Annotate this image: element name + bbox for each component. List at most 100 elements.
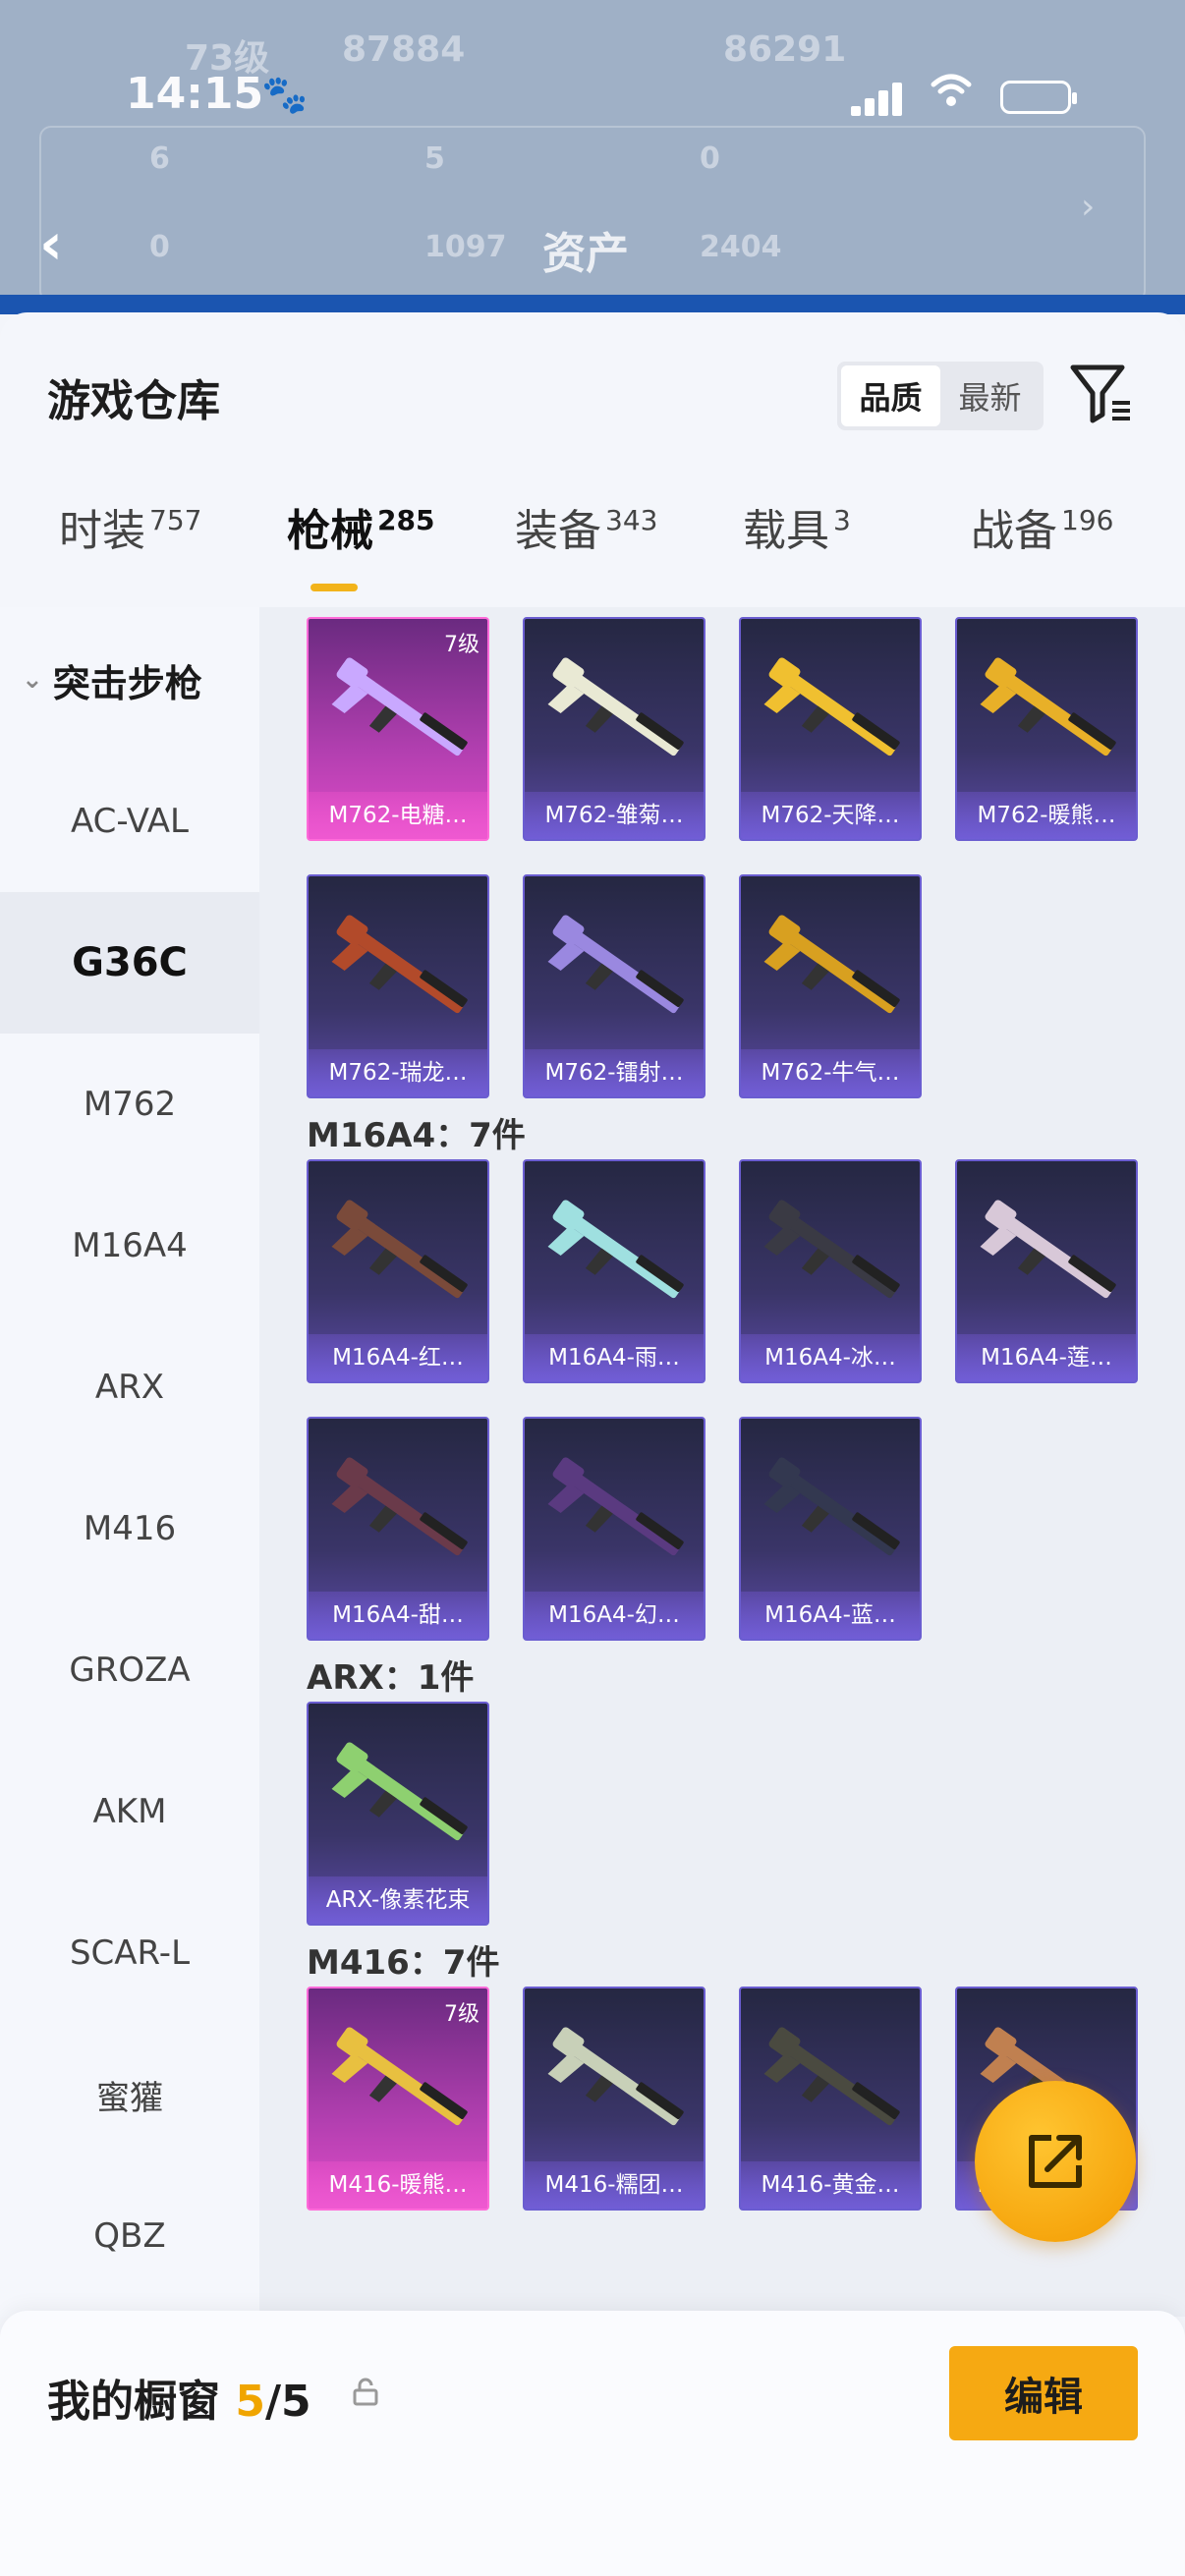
weapon-skin-card[interactable]: M16A4-甜…	[307, 1417, 489, 1641]
weapon-skin-name: M16A4-雨…	[525, 1334, 704, 1381]
rifle-icon	[547, 657, 684, 756]
weapon-skin-card[interactable]: 7级 M762-电糖…	[307, 617, 489, 841]
weapon-skin-name: M762-暖熊…	[957, 792, 1136, 839]
category-item[interactable]: ARX	[0, 1316, 259, 1458]
weapon-skin-name: M762-瑞龙…	[309, 1049, 487, 1096]
section-title: ARX：1件	[307, 1658, 475, 1698]
rifle-icon	[763, 657, 900, 756]
filter-icon[interactable]	[1069, 362, 1134, 426]
category-tabs: 时装 757 枪械 285 装备 343 载具 3 战备 196	[0, 495, 1185, 603]
my-showcase-bar: 我的橱窗 5/5 编辑	[0, 2311, 1185, 2576]
category-group-assault-rifles[interactable]: ⌄ 突击步枪	[0, 609, 259, 751]
wifi-icon	[930, 73, 973, 117]
active-tab-indicator	[310, 584, 358, 591]
weapon-skin-card[interactable]: M16A4-幻…	[523, 1417, 705, 1641]
rifle-icon	[763, 2027, 900, 2126]
signal-icon	[851, 83, 906, 116]
rifle-icon	[331, 1742, 468, 1841]
category-item-selected[interactable]: G36C	[0, 892, 259, 1034]
edit-button[interactable]: 编辑	[949, 2346, 1138, 2440]
rifle-icon	[331, 915, 468, 1014]
profile-header-dimmed: 73级 87884 86291 6 5 0 0 1097 2404 › 资产 ‹…	[0, 0, 1185, 314]
rifle-icon	[331, 1457, 468, 1556]
game-warehouse-sheet: 游戏仓库 品质 最新 时装 757 枪械 285 装备 343 载具 3 战备 196 ⌄…	[0, 312, 1185, 2576]
weapon-skin-card[interactable]: M762-镭射…	[523, 874, 705, 1098]
weapon-skin-card[interactable]: M762-牛气…	[739, 874, 922, 1098]
section-title: M416：7件	[307, 1943, 500, 1983]
rifle-icon	[763, 1200, 900, 1299]
weapon-skin-name: M762-牛气…	[741, 1049, 920, 1096]
weapon-skin-card[interactable]: M16A4-冰…	[739, 1159, 922, 1383]
weapon-skin-name: M16A4-红…	[309, 1334, 487, 1381]
weapon-skin-name: M762-镭射…	[525, 1049, 704, 1096]
weapon-skin-card[interactable]: M16A4-蓝…	[739, 1417, 922, 1641]
category-item[interactable]: AKM	[0, 1741, 259, 1882]
chevron-down-icon: ⌄	[22, 665, 43, 695]
weapon-skin-grid: 7级 M762-电糖… M762-雏菊… M762-天降… M762-暖熊… M762-瑞…	[259, 607, 1185, 2317]
weapon-skin-card[interactable]: M16A4-莲…	[955, 1159, 1138, 1383]
back-button[interactable]: ‹	[39, 214, 86, 273]
status-time: 14:15	[126, 69, 264, 119]
weapon-skin-name: M16A4-莲…	[957, 1334, 1136, 1381]
weapon-skin-name: M762-电糖…	[309, 792, 487, 839]
tab-equipment[interactable]: 装备 343	[515, 495, 657, 593]
level-badge: 7级	[444, 2002, 480, 2027]
weapon-skin-card[interactable]: M16A4-雨…	[523, 1159, 705, 1383]
category-item[interactable]: AC-VAL	[0, 751, 259, 892]
category-item[interactable]: 蜜獾	[0, 2024, 259, 2165]
weapon-skin-card[interactable]: M762-瑞龙…	[307, 874, 489, 1098]
weapon-skin-name: M416-黄金…	[741, 2161, 920, 2209]
sort-quality[interactable]: 品质	[841, 365, 940, 426]
share-fab-button[interactable]	[975, 2081, 1136, 2242]
lock-icon	[353, 2378, 378, 2406]
weapon-skin-name: M16A4-冰…	[741, 1334, 920, 1381]
sheet-title: 游戏仓库	[47, 376, 220, 426]
weapon-skin-name: M762-雏菊…	[525, 792, 704, 839]
weapon-skin-card[interactable]: M16A4-红…	[307, 1159, 489, 1383]
category-item[interactable]: M762	[0, 1034, 259, 1175]
weapon-skin-name: M416-暖熊…	[309, 2161, 487, 2209]
category-item[interactable]: GROZA	[0, 1599, 259, 1741]
weapon-skin-card[interactable]: M416-糯团…	[523, 1987, 705, 2211]
weapon-skin-card[interactable]: M762-雏菊…	[523, 617, 705, 841]
weapon-skin-name: M416-糯团…	[525, 2161, 704, 2209]
category-item[interactable]: QBZ	[0, 2165, 259, 2307]
sort-newest[interactable]: 最新	[940, 365, 1040, 426]
rifle-icon	[547, 1457, 684, 1556]
rifle-icon	[547, 1200, 684, 1299]
weapon-skin-name: ARX-像素花束	[309, 1876, 487, 1924]
category-item[interactable]: M16A4	[0, 1175, 259, 1316]
weapon-skin-card[interactable]: 7级 M416-暖熊…	[307, 1987, 489, 2211]
category-item[interactable]: M416	[0, 1458, 259, 1599]
weapon-skin-name: M16A4-甜…	[309, 1592, 487, 1639]
tab-battle-gear[interactable]: 战备 196	[971, 495, 1113, 593]
sort-segmented-control: 品质 最新	[837, 362, 1044, 430]
weapon-skin-card[interactable]: M416-黄金…	[739, 1987, 922, 2211]
weapon-skin-name: M16A4-幻…	[525, 1592, 704, 1639]
rifle-icon	[331, 1200, 468, 1299]
battery-icon	[1000, 81, 1077, 114]
paw-icon: 🐾	[261, 73, 309, 116]
chevron-right-icon: ›	[1081, 187, 1096, 227]
rifle-icon	[547, 915, 684, 1014]
category-item[interactable]: SCAR-L	[0, 1882, 259, 2024]
weapon-skin-name: M762-天降…	[741, 792, 920, 839]
rifle-icon	[763, 1457, 900, 1556]
status-bar: 14:15 🐾	[0, 59, 1185, 138]
stat-ghost-4: 0	[149, 230, 170, 264]
weapon-skin-card[interactable]: M762-暖熊…	[955, 617, 1138, 841]
stat-ghost-3: 0	[700, 141, 720, 176]
rifle-icon	[331, 657, 468, 756]
weapon-skin-card[interactable]: M762-天降…	[739, 617, 922, 841]
stat-ghost-1: 6	[149, 141, 170, 176]
page-title: 资产	[542, 229, 629, 279]
tab-vehicles[interactable]: 载具 3	[743, 495, 851, 593]
weapon-category-list: ⌄ 突击步枪 AC-VAL G36C M762 M16A4 ARX M416 GR…	[0, 607, 259, 2317]
weapon-skin-card[interactable]: ARX-像素花束	[307, 1702, 489, 1926]
stat-ghost-2: 5	[424, 141, 445, 176]
rifle-icon	[980, 1200, 1116, 1299]
section-title: M16A4：7件	[307, 1116, 526, 1155]
tab-fashion[interactable]: 时装 757	[59, 495, 201, 593]
tab-guns[interactable]: 枪械 285	[287, 495, 434, 593]
weapon-skin-name: M16A4-蓝…	[741, 1592, 920, 1639]
